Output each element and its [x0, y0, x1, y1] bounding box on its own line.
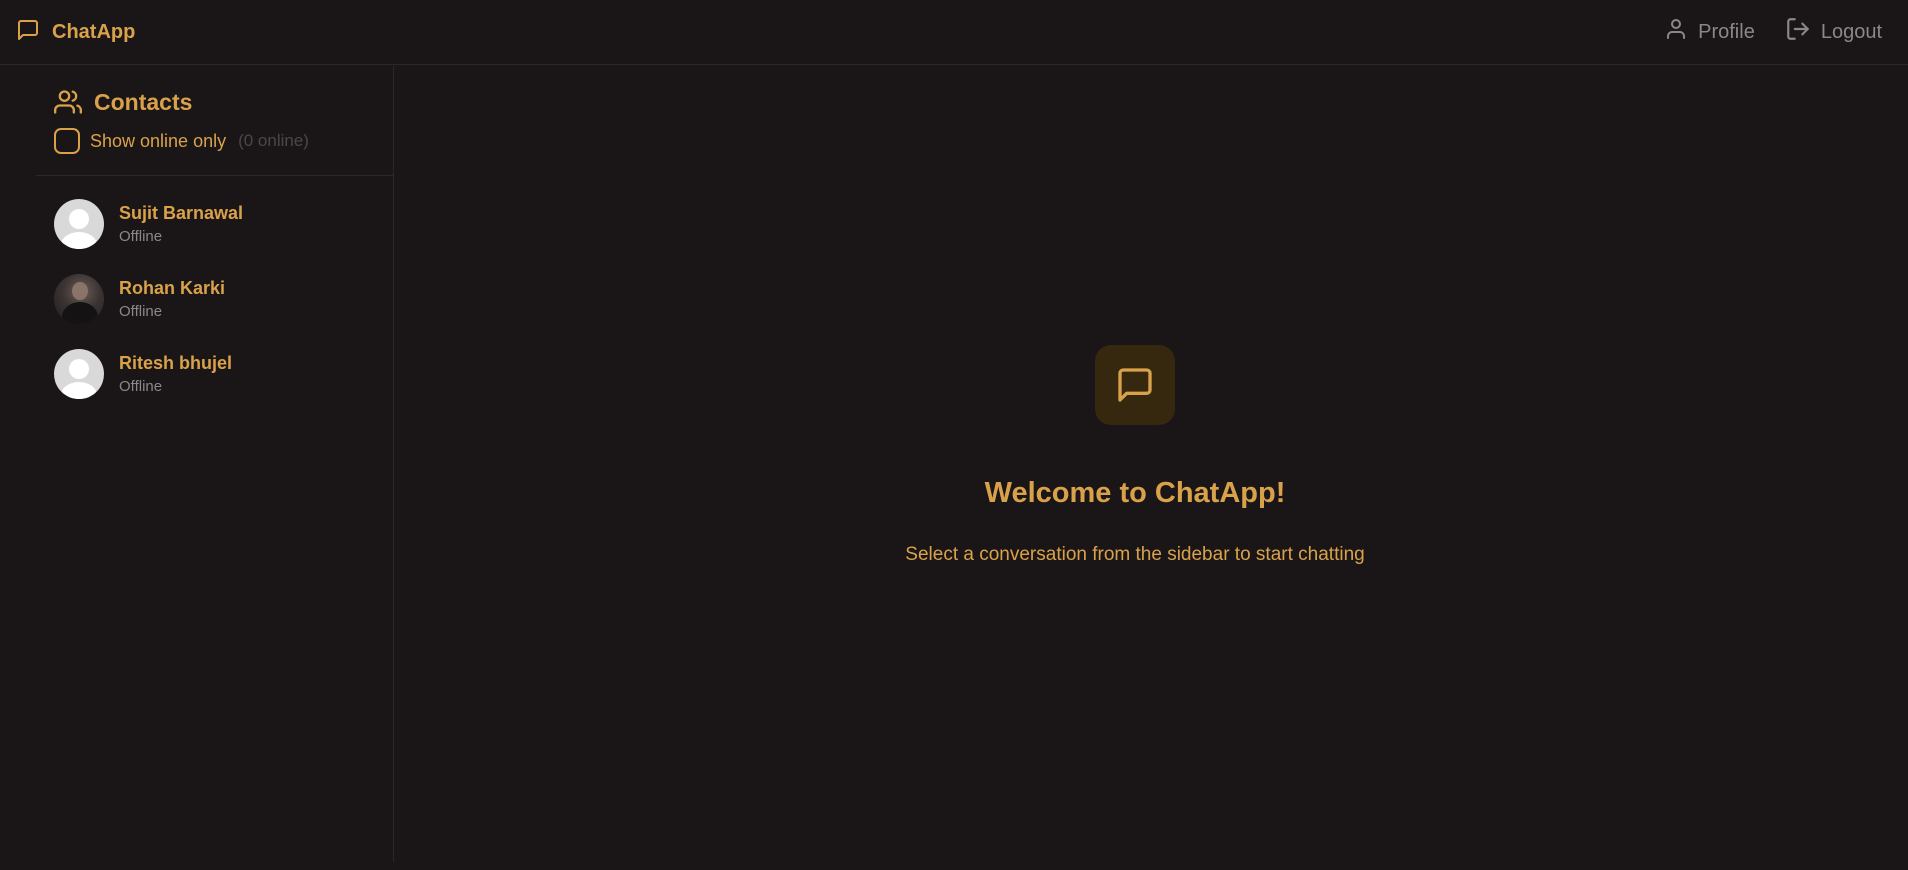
welcome-panel: Welcome to ChatApp! Select a conversatio… — [395, 345, 1875, 566]
avatar — [54, 348, 104, 399]
profile-label: Profile — [1698, 20, 1755, 43]
chat-main: Welcome to ChatApp! Select a conversatio… — [395, 66, 1908, 870]
welcome-title: Welcome to ChatApp! — [984, 477, 1286, 509]
contact-item[interactable]: Rohan Karki Offline — [36, 261, 393, 336]
message-square-icon — [1095, 345, 1175, 425]
chat-app: ChatApp Profile Logout Contacts Show onl… — [0, 0, 1908, 870]
contact-status: Offline — [119, 377, 163, 395]
contact-status: Offline — [119, 227, 163, 245]
contacts-title: Contacts — [94, 88, 193, 115]
contact-name: Rohan Karki — [119, 277, 226, 298]
top-header: ChatApp Profile Logout — [0, 0, 1908, 65]
user-icon — [1664, 17, 1688, 47]
users-icon — [54, 88, 82, 116]
brand-link[interactable]: ChatApp — [16, 18, 135, 47]
log-out-icon — [1785, 16, 1811, 48]
contact-name: Ritesh bhujel — [119, 352, 233, 373]
online-only-checkbox[interactable] — [54, 128, 80, 154]
welcome-subtitle: Select a conversation from the sidebar t… — [905, 544, 1365, 565]
online-count: (0 online) — [238, 131, 309, 150]
avatar — [54, 198, 104, 249]
avatar — [54, 273, 104, 324]
online-only-toggle[interactable]: Show online only (0 online) — [54, 128, 393, 154]
contact-name: Sujit Barnawal — [119, 202, 244, 223]
profile-link[interactable]: Profile — [1664, 17, 1755, 47]
logout-button[interactable]: Logout — [1785, 16, 1882, 48]
contacts-heading: Contacts — [54, 88, 393, 116]
sidebar-header: Contacts Show online only (0 online) — [36, 66, 393, 176]
logout-label: Logout — [1820, 20, 1882, 43]
contact-item[interactable]: Ritesh bhujel Offline — [36, 336, 393, 411]
header-nav: Profile Logout — [1664, 16, 1892, 48]
message-square-icon — [16, 18, 40, 47]
online-only-label: Show online only — [90, 130, 227, 151]
contacts-sidebar: Contacts Show online only (0 online) Suj… — [36, 66, 394, 862]
contact-list: Sujit Barnawal Offline Rohan Karki Offli… — [36, 176, 393, 411]
contact-item[interactable]: Sujit Barnawal Offline — [36, 186, 393, 261]
contact-status: Offline — [119, 302, 163, 320]
brand-name: ChatApp — [52, 20, 136, 43]
